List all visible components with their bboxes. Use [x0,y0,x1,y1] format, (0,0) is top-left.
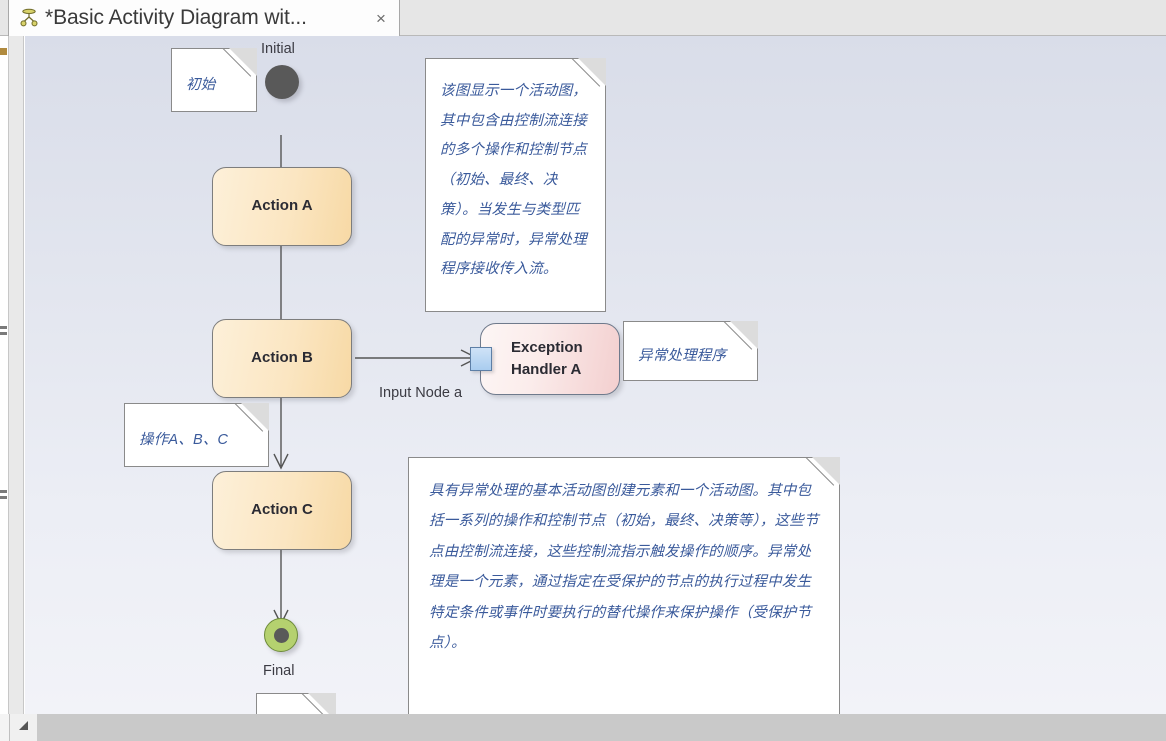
bottom-left-corner [0,714,10,741]
rail-marker [0,48,7,55]
note-actions[interactable]: 操作A、B、C [124,403,269,467]
final-node-inner [273,627,289,643]
action-node-a[interactable]: Action A [212,167,352,246]
note-exception-handler-text: 异常处理程序 [638,348,727,364]
action-node-b-label: Action B [251,349,313,367]
action-node-a-label: Action A [251,197,313,215]
scroll-left-button[interactable] [10,714,37,741]
application-window: *Basic Activity Diagram wit... × Initial… [0,0,1166,741]
note-summary-text: 具有异常处理的基本活动图创建元素和一个活动图。其中包括一系列的操作和控制节点（初… [429,483,819,652]
final-node-caption: Final [263,663,295,679]
rail-marker [0,490,7,493]
note-final[interactable]: 最终 [256,693,336,714]
scrollbar-track[interactable] [37,714,1166,741]
note-exception-handler[interactable]: 异常处理程序 [623,321,758,381]
rail-marker [0,332,7,335]
initial-node[interactable] [265,65,299,99]
note-initial-text: 初始 [186,77,216,93]
exception-handler-node[interactable]: Exception Handler A [480,323,620,395]
chevron-left-icon [19,721,28,730]
exception-handler-label: Exception Handler A [511,337,631,381]
note-initial[interactable]: 初始 [171,48,257,112]
final-node[interactable] [264,618,298,652]
note-final-text: 最终 [257,694,335,714]
tab-basic-activity-diagram[interactable]: *Basic Activity Diagram wit... × [8,0,400,36]
initial-node-caption: Initial [261,41,295,57]
input-pin-node-a[interactable] [470,347,492,371]
note-description-text: 该图显示一个活动图，其中包含由控制流连接的多个操作和控制节点（初始、最终、决策）… [440,83,587,278]
horizontal-scrollbar[interactable] [0,714,1166,741]
tab-strip: *Basic Activity Diagram wit... × [0,0,1166,36]
action-node-c-label: Action C [251,501,313,519]
note-actions-text: 操作A、B、C [139,432,229,448]
exception-handler-label-line1: Exception [511,339,583,356]
action-node-c[interactable]: Action C [212,471,352,550]
rail-marker [0,326,7,329]
rail-marker [0,496,7,499]
note-description[interactable]: 该图显示一个活动图，其中包含由控制流连接的多个操作和控制节点（初始、最终、决策）… [425,58,606,312]
left-ruler-rail [0,36,9,714]
activity-diagram-icon [19,8,39,28]
close-icon[interactable]: × [369,10,393,27]
input-node-a-caption: Input Node a [379,385,463,401]
left-gutter [9,36,24,714]
tab-title: *Basic Activity Diagram wit... [45,6,307,29]
note-summary[interactable]: 具有异常处理的基本活动图创建元素和一个活动图。其中包括一系列的操作和控制节点（初… [408,457,840,714]
diagram-canvas[interactable]: Initial 初始 Action A Action B Action C Ex… [25,36,1166,714]
exception-handler-label-line2: Handler A [511,360,582,378]
action-node-b[interactable]: Action B [212,319,352,398]
